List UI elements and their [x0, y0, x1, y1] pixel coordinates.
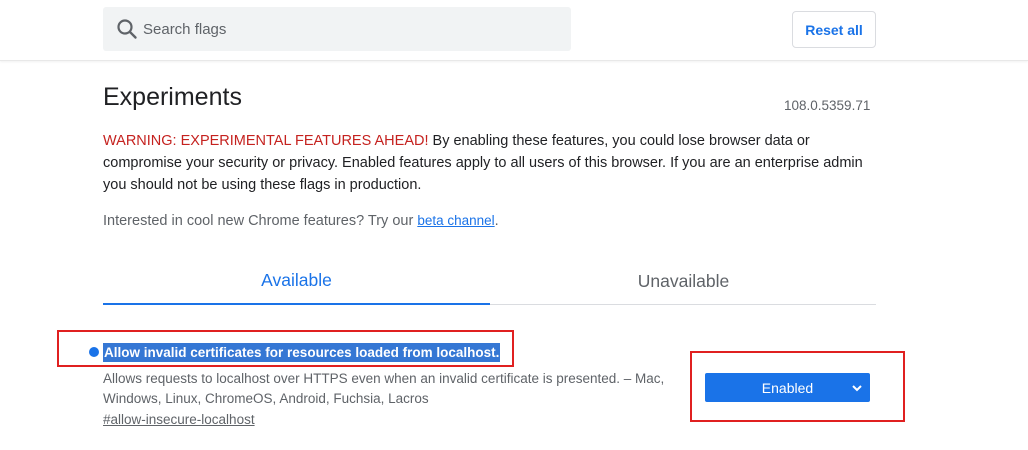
tab-available[interactable]: Available: [103, 258, 490, 305]
state-select-value: Enabled: [761, 379, 814, 396]
beta-suffix: .: [494, 213, 499, 229]
search-input[interactable]: [143, 7, 563, 51]
warning-prefix: WARNING: EXPERIMENTAL FEATURES AHEAD!: [103, 133, 429, 149]
experiment-title: Allow invalid certificates for resources…: [103, 343, 501, 362]
page-title: Experiments: [103, 83, 242, 111]
search-box[interactable]: [103, 7, 571, 51]
beta-text: Interested in cool new Chrome features? …: [103, 213, 418, 229]
version-label: 108.0.5359.71: [784, 98, 871, 113]
modified-indicator-dot: [89, 347, 99, 357]
tab-unavailable[interactable]: Unavailable: [490, 258, 877, 304]
beta-promo: Interested in cool new Chrome features? …: [103, 213, 499, 229]
experiment-permalink[interactable]: #allow-insecure-localhost: [103, 412, 255, 427]
reset-all-button[interactable]: Reset all: [792, 11, 876, 48]
chevron-down-icon: [852, 385, 862, 392]
search-icon: [117, 19, 137, 39]
experiment-description: Allows requests to localhost over HTTPS …: [103, 371, 665, 406]
experiment-state-select[interactable]: Enabled: [705, 373, 870, 402]
beta-channel-link[interactable]: beta channel: [417, 213, 494, 228]
warning-text: WARNING: EXPERIMENTAL FEATURES AHEAD! By…: [103, 130, 883, 196]
tab-bar: Available Unavailable: [103, 258, 876, 305]
experiment-row: Allow invalid certificates for resources…: [0, 330, 1028, 450]
header: Reset all: [0, 0, 1028, 61]
